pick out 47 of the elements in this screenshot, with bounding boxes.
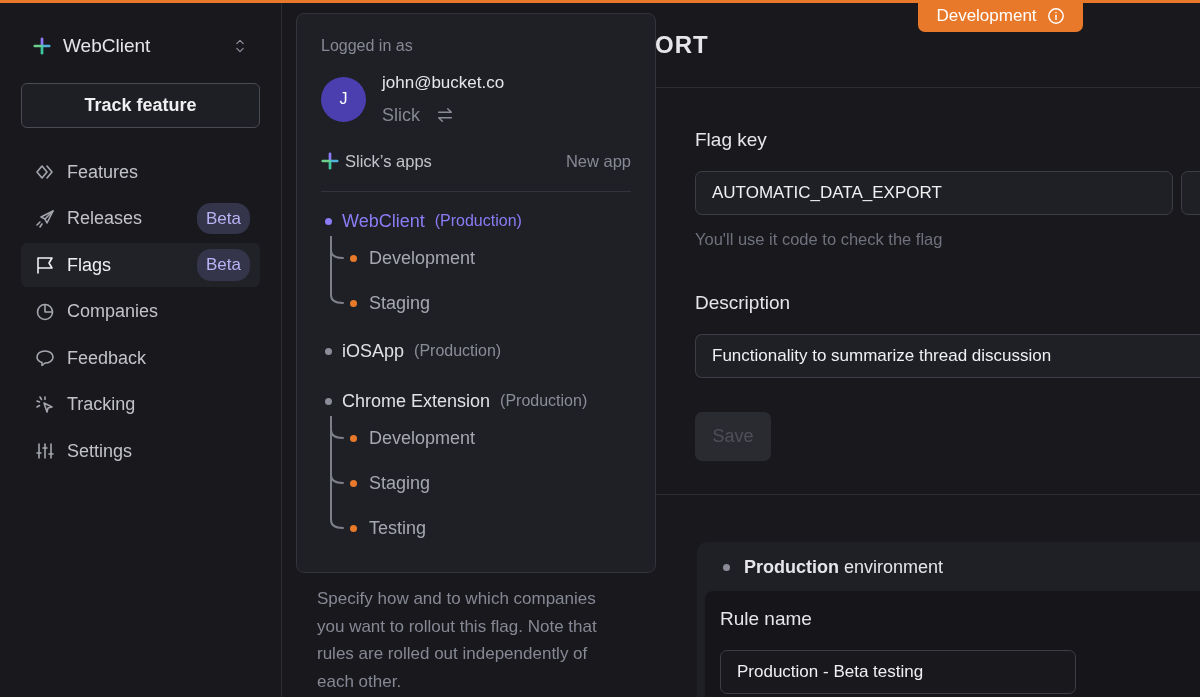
org-name: Slick (382, 103, 420, 127)
environment-title: Production environment (744, 556, 944, 579)
speech-bubble-icon (35, 348, 55, 368)
beta-badge: Beta (197, 249, 250, 281)
diamond-icon (35, 162, 55, 182)
track-feature-button[interactable]: Track feature (21, 83, 260, 128)
app-logo-icon (321, 151, 339, 170)
field-label: Rule name (720, 607, 813, 631)
rules-help-text: Specify how and to which companies you want to rollout this flag. Note that rules are rolled out independently of each other. (317, 588, 598, 693)
apps-heading: Slick’s apps (345, 150, 432, 172)
flag-icon (35, 255, 55, 275)
user-email: john@bucket.co (382, 72, 505, 94)
app-item[interactable]: WebClient (Production) (321, 206, 631, 237)
beta-badge: Beta (197, 202, 250, 235)
avatar: J (321, 76, 366, 122)
app-logo-icon (33, 37, 51, 55)
swap-arrows-icon (436, 106, 454, 124)
new-app-link[interactable]: New app (565, 148, 631, 174)
app-switcher[interactable]: WebClient (21, 31, 260, 61)
flag-key-field[interactable]: AUTOMATIC_DATA_EXPORT (695, 170, 1173, 215)
page-title: ORT (655, 30, 709, 60)
info-icon (1046, 7, 1065, 25)
rule-name-field[interactable]: Production - Beta testing (720, 649, 1076, 694)
sidebar-item[interactable]: Feedback (21, 336, 260, 380)
description-field[interactable]: Functionality to summarize thread discussion (695, 333, 1200, 378)
environment-item[interactable]: Development (326, 416, 631, 462)
sidebar-item[interactable]: Releases Beta (21, 196, 260, 241)
pie-chart-icon (35, 301, 55, 322)
environment-item[interactable]: Development (326, 236, 631, 282)
environment-item[interactable]: Staging (326, 461, 631, 507)
menu-label: Logged in as (321, 36, 414, 56)
sliders-icon (35, 441, 55, 461)
sidebar-item[interactable]: Features (21, 150, 260, 194)
sidebar-item[interactable]: Companies (21, 289, 260, 334)
sidebar-item[interactable]: Flags Beta (21, 243, 260, 287)
paper-plane-icon (35, 208, 55, 229)
app-item[interactable]: iOSApp (Production) (321, 336, 631, 367)
environment-item[interactable]: Testing (326, 506, 631, 552)
field-label: Flag key (695, 128, 768, 152)
status-dot (723, 564, 730, 571)
sidebar-item[interactable]: Tracking (21, 382, 260, 427)
field-label: Description (695, 291, 792, 316)
environment-item[interactable]: Staging (326, 281, 631, 327)
sidebar-item[interactable]: Settings (21, 429, 260, 473)
hint-text: You'll use it code to check the flag (695, 228, 944, 250)
app-item[interactable]: Chrome Extension (Production) (321, 386, 631, 417)
cursor-click-icon (35, 394, 55, 415)
